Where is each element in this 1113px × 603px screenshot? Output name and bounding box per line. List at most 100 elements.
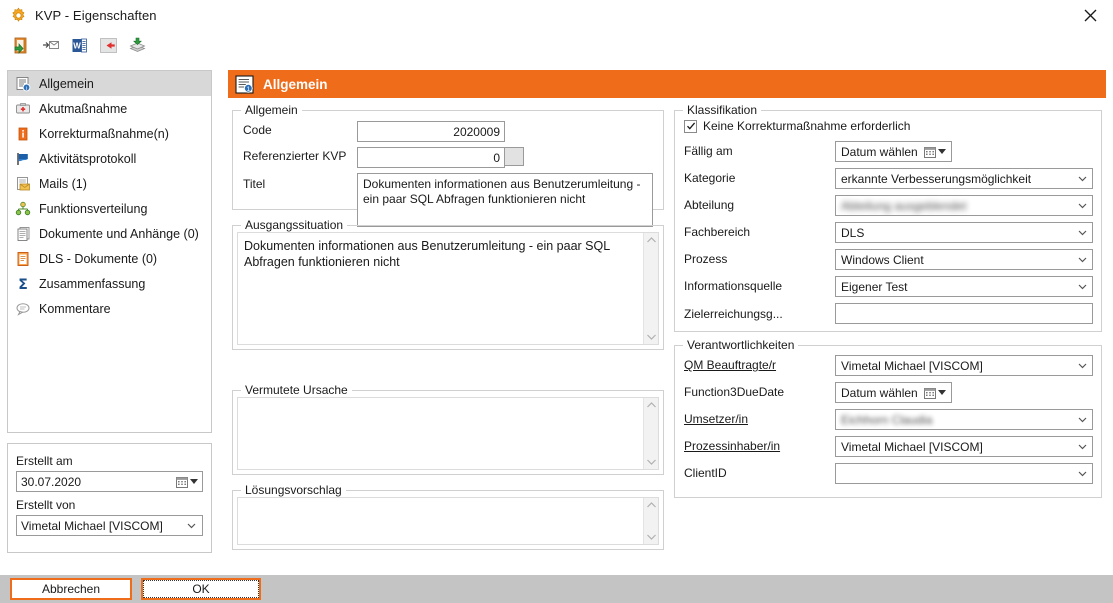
group-verantwortlichkeiten-legend: Verantwortlichkeiten [683,338,799,352]
section-header: 1 Allgemein [228,70,1106,98]
function3duedate-datepicker[interactable]: Datum wählen [835,382,952,403]
dialog-content: i Allgemein Akutmaßnahme Korrekturmaßnah… [0,60,1113,575]
umsetzer-combobox[interactable]: Eichhorn Claudia [835,409,1093,430]
prozessinhaber-value: Vimetal Michael [VISCOM] [841,439,983,454]
fachbereich-combobox[interactable]: DLS [835,222,1093,243]
ausgangssituation-textarea[interactable]: Dokumenten informationen aus Benutzeruml… [237,232,659,345]
group-allgemein-legend: Allgemein [241,103,302,117]
created-on-date-field[interactable]: 30.07.2020 [16,471,203,492]
prozess-combobox[interactable]: Windows Client [835,249,1093,270]
sidebar-item-dokumente-anhaenge[interactable]: Dokumente und Anhänge (0) [8,221,211,246]
umsetzer-label[interactable]: Umsetzer/in [684,412,748,426]
zielerreichungsgrad-input[interactable] [835,303,1093,324]
vermutete-ursache-scrollbar[interactable] [643,398,658,469]
created-on-label: Erstellt am [16,454,73,468]
cancel-button[interactable]: Abbrechen [10,578,132,600]
dialog-footer: Abbrechen OK [0,575,1113,603]
sidebar-item-korrekturmassnahmen[interactable]: Korrekturmaßnahme(n) [8,121,211,146]
svg-text:i: i [26,86,27,92]
group-ausgangssituation: Ausgangssituation Dokumenten information… [232,218,664,350]
calendar-icon[interactable] [923,146,946,158]
loesungsvorschlag-textarea[interactable] [237,497,659,545]
org-chart-icon [14,200,32,218]
mail-document-icon [14,175,32,193]
titel-input[interactable]: Dokumenten informationen aus Benutzeruml… [357,173,653,227]
svg-text:W: W [73,42,81,51]
scroll-down-icon[interactable] [646,333,657,341]
informationsquelle-value: Eigener Test [841,279,908,294]
faellig-am-datepicker[interactable]: Datum wählen [835,141,952,162]
code-input[interactable]: 2020009 [357,121,505,142]
group-vermutete-ursache: Vermutete Ursache [232,383,664,475]
info-orange-icon [14,125,32,143]
created-by-combobox[interactable]: Vimetal Michael [VISCOM] [16,515,203,536]
sigma-icon: Σ [14,275,32,293]
vermutete-ursache-value [238,398,643,469]
document-info-icon: i [14,75,32,93]
function3duedate-label: Function3DueDate [684,385,785,399]
sidebar-item-label: Dokumente und Anhänge (0) [39,226,199,241]
fachbereich-value: DLS [841,225,865,240]
sidebar-item-label: Allgemein [39,76,94,91]
sidebar-item-label: Aktivitätsprotokoll [39,151,137,166]
informationsquelle-combobox[interactable]: Eigener Test [835,276,1093,297]
document-info-icon: 1 [234,74,254,94]
section-title: Allgemein [263,76,328,92]
calendar-icon[interactable] [923,387,946,399]
sidebar-item-aktivitaetsprotokoll[interactable]: Aktivitätsprotokoll [8,146,211,171]
function3duedate-value: Datum wählen [841,385,918,400]
comment-bubble-icon [14,300,32,318]
flag-icon [14,150,32,168]
sidebar-item-label: DLS - Dokumente (0) [39,251,158,266]
sidebar-item-zusammenfassung[interactable]: Σ Zusammenfassung [8,271,211,296]
save-and-close-icon[interactable] [8,34,34,58]
ok-button[interactable]: OK [141,578,261,600]
kategorie-combobox[interactable]: erkannte Verbesserungsmöglichkeit [835,168,1093,189]
sidebar-item-allgemein[interactable]: i Allgemein [8,71,211,96]
clientid-combobox[interactable] [835,463,1093,484]
svg-text:Σ: Σ [18,277,28,292]
group-ausgangssituation-legend: Ausgangssituation [241,218,348,232]
scroll-down-icon[interactable] [646,458,657,466]
referenced-kvp-lookup-button[interactable] [505,147,524,166]
prozessinhaber-label[interactable]: Prozessinhaber/in [684,439,780,453]
qm-beauftragte-combobox[interactable]: Vimetal Michael [VISCOM] [835,355,1093,376]
referenced-kvp-input[interactable]: 0 [357,147,505,168]
qm-beauftragte-label[interactable]: QM Beauftragte/r [684,358,776,372]
fachbereich-label: Fachbereich [684,225,751,239]
ausgangssituation-scrollbar[interactable] [643,233,658,344]
chevron-down-icon [1078,257,1087,263]
send-mail-icon[interactable] [37,34,63,58]
scroll-up-icon[interactable] [646,401,657,409]
scroll-down-icon[interactable] [646,533,657,541]
abteilung-value: Abteilung ausgeblendet [841,198,967,213]
referenced-kvp-value: 0 [493,150,500,165]
sidebar-item-funktionsverteilung[interactable]: Funktionsverteilung [8,196,211,221]
group-loesungsvorschlag-legend: Lösungsvorschlag [241,483,346,497]
loesungsvorschlag-scrollbar[interactable] [643,498,658,544]
chevron-down-icon [1078,417,1087,423]
sidebar-item-mails[interactable]: Mails (1) [8,171,211,196]
no-corrective-action-checkbox[interactable] [684,119,697,133]
titel-value: Dokumenten informationen aus Benutzeruml… [363,177,641,206]
no-corrective-action-row[interactable]: Keine Korrekturmaßnahme erforderlich [684,119,910,133]
publish-icon[interactable] [124,34,150,58]
close-icon[interactable] [1067,0,1113,31]
word-export-icon[interactable]: W [66,34,92,58]
sidebar-item-dls-dokumente[interactable]: DLS - Dokumente (0) [8,246,211,271]
back-arrow-icon[interactable] [95,34,121,58]
code-value: 2020009 [453,124,500,139]
vermutete-ursache-textarea[interactable] [237,397,659,470]
calendar-icon[interactable] [176,476,198,488]
abteilung-combobox[interactable]: Abteilung ausgeblendet [835,195,1093,216]
title-bar: KVP - Eigenschaften [0,0,1113,31]
prozessinhaber-combobox[interactable]: Vimetal Michael [VISCOM] [835,436,1093,457]
chevron-down-icon [1078,176,1087,182]
sidebar-nav: i Allgemein Akutmaßnahme Korrekturmaßnah… [7,70,212,433]
group-verantwortlichkeiten: Verantwortlichkeiten QM Beauftragte/r Vi… [674,338,1102,498]
sidebar-item-label: Funktionsverteilung [39,201,148,216]
sidebar-item-akutmassnahme[interactable]: Akutmaßnahme [8,96,211,121]
scroll-up-icon[interactable] [646,236,657,244]
sidebar-item-kommentare[interactable]: Kommentare [8,296,211,321]
scroll-up-icon[interactable] [646,501,657,509]
